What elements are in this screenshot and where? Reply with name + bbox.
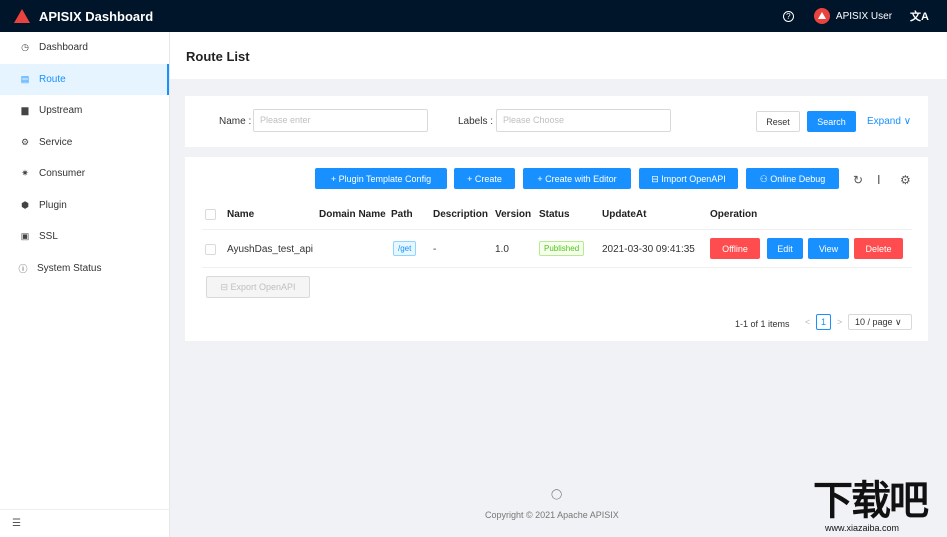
- github-icon[interactable]: ◯: [551, 489, 562, 500]
- app-title: APISIX Dashboard: [39, 8, 154, 24]
- select-all-checkbox[interactable]: [205, 209, 216, 220]
- sidebar-collapse-button[interactable]: ☰: [0, 509, 170, 537]
- name-input[interactable]: Please enter: [253, 109, 428, 132]
- app-logo[interactable]: APISIX Dashboard: [14, 9, 153, 24]
- apisix-logo-icon: [14, 9, 30, 23]
- labels-label: Labels :: [458, 116, 494, 127]
- sidebar-item-label: Route: [39, 73, 66, 85]
- table-header-divider: [202, 229, 912, 230]
- column-header-name[interactable]: Name: [227, 209, 254, 220]
- column-header-version[interactable]: Version: [495, 209, 531, 220]
- search-button[interactable]: Search: [807, 111, 856, 132]
- view-button[interactable]: View: [808, 238, 849, 259]
- plugin-icon: ⬢: [21, 199, 29, 210]
- sidebar-item-label: Dashboard: [39, 42, 88, 54]
- search-form: Name : Please enter Labels : Please Choo…: [185, 96, 928, 147]
- menu-fold-icon: ☰: [12, 518, 21, 529]
- reload-icon[interactable]: ↻: [853, 173, 863, 187]
- sidebar-item-ssl[interactable]: ▣ SSL: [0, 221, 169, 253]
- labels-select[interactable]: Please Choose: [496, 109, 671, 132]
- upstream-icon: ▆: [21, 105, 29, 116]
- status-badge: Published: [539, 241, 585, 256]
- avatar: [813, 8, 830, 24]
- watermark-url: www.xiazaiba.com: [825, 523, 900, 533]
- online-debug-button[interactable]: ⚇ Online Debug: [746, 168, 839, 189]
- sidebar-item-dashboard[interactable]: ◷ Dashboard: [0, 32, 169, 64]
- header-actions: ? APISIX User 文A: [782, 0, 947, 32]
- route-table-card: + Plugin Template Config + Create + Crea…: [185, 157, 928, 341]
- route-version: 1.0: [495, 244, 509, 255]
- offline-button[interactable]: Offline: [710, 238, 760, 259]
- next-page-icon[interactable]: >: [837, 317, 842, 327]
- page-title: Route List: [186, 49, 250, 64]
- sidebar-item-service[interactable]: ⚙ Service: [0, 127, 169, 159]
- expand-link[interactable]: Expand ∨: [867, 116, 911, 127]
- column-height-icon[interactable]: Ⅰ: [877, 173, 881, 187]
- page-size-select[interactable]: 10 / page ∨: [848, 314, 912, 330]
- column-header-path[interactable]: Path: [391, 209, 413, 220]
- watermark-text: 下载吧: [813, 478, 929, 524]
- info-icon: ⓘ: [18, 263, 28, 274]
- sidebar-item-label: Plugin: [39, 199, 67, 211]
- sidebar-item-route[interactable]: ▤ Route: [0, 63, 169, 95]
- route-icon: ▤: [20, 73, 30, 84]
- sidebar-item-label: Service: [39, 136, 73, 148]
- sidebar-item-label: Upstream: [39, 105, 83, 117]
- create-button[interactable]: + Create: [454, 168, 515, 189]
- route-name: AyushDas_test_api: [227, 244, 313, 255]
- column-header-description[interactable]: Description: [433, 209, 488, 220]
- sidebar-item-label: SSL: [39, 231, 58, 243]
- path-tag: /get: [393, 241, 417, 256]
- user-name: APISIX User: [835, 10, 893, 22]
- copyright-text: Copyright © 2021 Apache APISIX: [485, 510, 619, 520]
- sidebar-item-consumer[interactable]: ✷ Consumer: [0, 158, 169, 190]
- sidebar-item-label: Consumer: [39, 168, 86, 180]
- sidebar-item-plugin[interactable]: ⬢ Plugin: [0, 190, 169, 222]
- delete-button[interactable]: Delete: [854, 238, 903, 259]
- top-header: APISIX Dashboard ? APISIX User 文A: [0, 0, 947, 32]
- create-with-editor-button[interactable]: + Create with Editor: [523, 168, 631, 189]
- watermark-logo: 下载吧 www.xiazaiba.com: [813, 479, 947, 537]
- sidebar-item-upstream[interactable]: ▆ Upstream: [0, 95, 169, 127]
- column-header-status[interactable]: Status: [539, 209, 570, 220]
- help-icon[interactable]: ?: [782, 10, 794, 22]
- route-description: -: [433, 244, 437, 255]
- route-updated-at: 2021-03-30 09:41:35: [602, 244, 695, 255]
- column-header-domain[interactable]: Domain Name: [319, 209, 386, 220]
- user-menu[interactable]: APISIX User: [813, 8, 893, 24]
- name-label: Name :: [219, 116, 252, 127]
- edit-button[interactable]: Edit: [767, 238, 803, 259]
- service-icon: ⚙: [20, 136, 30, 147]
- dashboard-icon: ◷: [21, 42, 29, 53]
- ssl-icon: ▣: [20, 231, 30, 242]
- import-openapi-button[interactable]: ⊟ Import OpenAPI: [639, 168, 738, 189]
- plugin-template-config-button[interactable]: + Plugin Template Config: [315, 168, 447, 189]
- reset-button[interactable]: Reset: [756, 111, 800, 132]
- column-header-updateat[interactable]: UpdateAt: [602, 209, 646, 220]
- sidebar-item-label: System Status: [37, 262, 102, 274]
- table-row-divider: [202, 267, 912, 268]
- settings-icon[interactable]: ⚙: [900, 173, 911, 187]
- column-header-operation: Operation: [710, 209, 758, 220]
- sidebar-item-system-status[interactable]: ⓘ System Status: [0, 253, 169, 285]
- pagination-summary: 1-1 of 1 items: [735, 319, 790, 329]
- row-checkbox[interactable]: [205, 244, 216, 255]
- export-openapi-button[interactable]: ⊟ Export OpenAPI: [206, 276, 310, 298]
- page-header: Route List: [170, 32, 947, 79]
- language-icon[interactable]: 文A: [910, 8, 929, 24]
- prev-page-icon[interactable]: <: [805, 317, 810, 327]
- consumer-icon: ✷: [21, 168, 29, 179]
- page-1-button[interactable]: 1: [816, 314, 831, 330]
- sidebar: ◷ Dashboard ▤ Route ▆ Upstream ⚙ Service…: [0, 32, 170, 537]
